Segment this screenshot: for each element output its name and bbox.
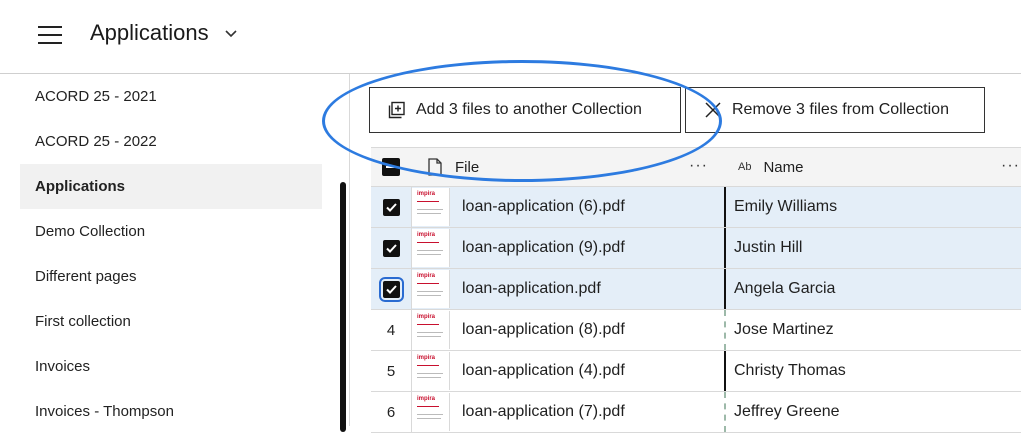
row-checkbox[interactable] (382, 198, 400, 216)
name-cell[interactable]: Angela Garcia (734, 269, 835, 309)
select-all-checkbox[interactable] (382, 158, 400, 176)
table-row[interactable]: impira loan-application (9).pdf Justin H… (371, 228, 1021, 269)
row-select-cell[interactable] (371, 228, 412, 268)
file-thumbnail[interactable]: impira (412, 270, 450, 308)
name-cell[interactable]: Justin Hill (734, 228, 802, 268)
collection-title-dropdown[interactable]: Applications (90, 20, 239, 46)
row-select-cell[interactable]: 5 (371, 351, 412, 391)
sidebar-item[interactable]: Different pages (20, 254, 322, 299)
thumbnail-logo: impira (417, 232, 436, 238)
file-thumbnail[interactable]: impira (412, 229, 450, 267)
column-divider (724, 310, 726, 350)
row-number[interactable]: 5 (387, 363, 395, 380)
row-checkbox[interactable] (382, 239, 400, 257)
chevron-down-icon (225, 30, 237, 38)
panel-divider (349, 74, 350, 426)
file-name-cell[interactable]: loan-application.pdf (462, 269, 601, 309)
column-divider (724, 269, 726, 309)
column-divider (724, 228, 726, 268)
row-number[interactable]: 6 (387, 404, 395, 421)
person-name: Christy Thomas (734, 362, 846, 379)
file-thumbnail[interactable]: impira (412, 311, 450, 349)
sidebar-item[interactable]: Invoices - Thompson (20, 389, 322, 434)
name-cell[interactable]: Jose Martinez (734, 310, 834, 350)
hamburger-icon[interactable] (38, 26, 62, 44)
row-number[interactable]: 4 (387, 322, 395, 339)
file-icon (428, 158, 442, 176)
file-thumbnail[interactable]: impira (412, 188, 450, 226)
sidebar-scrollbar[interactable] (340, 182, 346, 432)
table-row[interactable]: impira loan-application (6).pdf Emily Wi… (371, 187, 1021, 228)
column-divider (724, 187, 726, 227)
person-name: Jeffrey Greene (734, 403, 840, 420)
column-header-name[interactable]: Ab Name (738, 148, 803, 186)
table-row[interactable]: 6 impira loan-application (7).pdf Jeffre… (371, 392, 1021, 433)
file-name: loan-application (7).pdf (462, 403, 625, 420)
checkmark-icon (385, 243, 397, 253)
sidebar-item[interactable]: ACORD 25 - 2021 (20, 74, 322, 119)
file-name-cell[interactable]: loan-application (4).pdf (462, 351, 625, 391)
thumbnail-logo: impira (417, 314, 436, 320)
file-thumbnail[interactable]: impira (412, 352, 450, 390)
table-header: File ··· Ab Name ··· (371, 147, 1021, 187)
files-table: File ··· Ab Name ··· impira loan-applica… (371, 147, 1021, 433)
file-name: loan-application (9).pdf (462, 239, 625, 256)
collection-sidebar: ACORD 25 - 2021 ACORD 25 - 2022 Applicatio… (20, 74, 322, 426)
thumbnail-logo: impira (417, 191, 436, 197)
column-file-label: File (455, 158, 480, 176)
remove-button-label: Remove 3 files from Collection (732, 101, 949, 118)
file-name-cell[interactable]: loan-application (8).pdf (462, 310, 625, 350)
text-type-icon: Ab (738, 161, 752, 173)
remove-from-collection-button[interactable]: Remove 3 files from Collection (685, 87, 985, 133)
add-to-collection-icon (388, 101, 405, 119)
file-name-cell[interactable]: loan-application (6).pdf (462, 187, 625, 227)
close-icon (705, 102, 721, 118)
add-button-label: Add 3 files to another Collection (416, 101, 642, 118)
sidebar-item[interactable]: Demo Collection (20, 209, 322, 254)
file-name: loan-application.pdf (462, 280, 601, 297)
app-header: Applications (0, 0, 1021, 74)
row-checkbox[interactable] (378, 276, 404, 302)
thumbnail-logo: impira (417, 396, 436, 402)
checkmark-icon (385, 284, 397, 294)
column-header-file[interactable]: File (427, 148, 479, 186)
row-select-cell[interactable] (371, 269, 412, 309)
name-cell[interactable]: Christy Thomas (734, 351, 846, 391)
name-column-menu-icon[interactable]: ··· (1001, 157, 1020, 175)
file-name: loan-application (6).pdf (462, 198, 625, 215)
file-thumbnail[interactable]: impira (412, 393, 450, 431)
column-divider (724, 351, 726, 391)
name-cell[interactable]: Emily Williams (734, 187, 837, 227)
file-name-cell[interactable]: loan-application (9).pdf (462, 228, 625, 268)
file-name-cell[interactable]: loan-application (7).pdf (462, 392, 625, 432)
add-to-collection-button[interactable]: Add 3 files to another Collection (369, 87, 681, 133)
person-name: Justin Hill (734, 239, 803, 256)
file-name: loan-application (8).pdf (462, 321, 625, 338)
column-name-label: Name (763, 158, 804, 176)
sidebar-item[interactable]: ACORD 25 - 2022 (20, 119, 322, 164)
person-name: Angela Garcia (734, 280, 836, 297)
file-name: loan-application (4).pdf (462, 362, 625, 379)
column-divider (724, 392, 726, 432)
person-name: Jose Martinez (734, 321, 834, 338)
row-select-cell[interactable]: 6 (371, 392, 412, 432)
sidebar-item[interactable]: First collection (20, 299, 322, 344)
table-body: impira loan-application (6).pdf Emily Wi… (371, 187, 1021, 433)
row-select-cell[interactable] (371, 187, 412, 227)
thumbnail-logo: impira (417, 355, 436, 361)
table-row[interactable]: 4 impira loan-application (8).pdf Jose M… (371, 310, 1021, 351)
table-row[interactable]: impira loan-application.pdf Angela Garci… (371, 269, 1021, 310)
select-all-cell (371, 148, 411, 186)
person-name: Emily Williams (734, 198, 838, 215)
page-title: Applications (90, 20, 209, 45)
table-row[interactable]: 5 impira loan-application (4).pdf Christ… (371, 351, 1021, 392)
checkmark-icon (385, 202, 397, 212)
row-select-cell[interactable]: 4 (371, 310, 412, 350)
name-cell[interactable]: Jeffrey Greene (734, 392, 840, 432)
thumbnail-logo: impira (417, 273, 436, 279)
sidebar-item[interactable]: Invoices (20, 344, 322, 389)
sidebar-item[interactable]: Applications (20, 164, 322, 209)
file-column-menu-icon[interactable]: ··· (689, 157, 708, 175)
